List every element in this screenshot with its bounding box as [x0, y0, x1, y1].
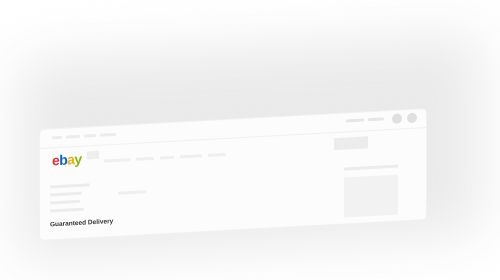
filter-line [50, 207, 84, 213]
nav-link[interactable] [180, 154, 202, 159]
filter-line [50, 183, 90, 189]
right-panel [344, 174, 398, 218]
logo-letter-b: b [59, 151, 68, 168]
nav-link[interactable] [104, 158, 130, 163]
window-control-icon[interactable] [392, 113, 402, 124]
ebay-logo[interactable]: ebay [52, 150, 82, 169]
top-link[interactable] [84, 133, 96, 138]
shop-by-category-button[interactable] [87, 150, 99, 160]
top-link[interactable] [100, 132, 116, 137]
guaranteed-delivery-heading: Guaranteed Delivery [50, 218, 114, 229]
top-link[interactable] [66, 134, 80, 139]
top-right-link[interactable] [346, 118, 364, 123]
filter-line [50, 191, 82, 197]
content-line [118, 190, 146, 195]
logo-letter-y: y [74, 150, 82, 168]
browser-window: ebay Guaranteed Delivery [40, 109, 426, 240]
top-right-link[interactable] [368, 117, 384, 122]
nav-link[interactable] [208, 152, 226, 157]
nav-link[interactable] [160, 155, 174, 160]
filter-line [50, 199, 80, 205]
nav-link[interactable] [136, 156, 154, 161]
top-link[interactable] [52, 135, 62, 140]
search-button[interactable] [334, 136, 368, 151]
window-control-icon[interactable] [407, 112, 417, 124]
right-panel-label [344, 164, 398, 171]
screenshot-stage: ebay Guaranteed Delivery [0, 0, 500, 280]
